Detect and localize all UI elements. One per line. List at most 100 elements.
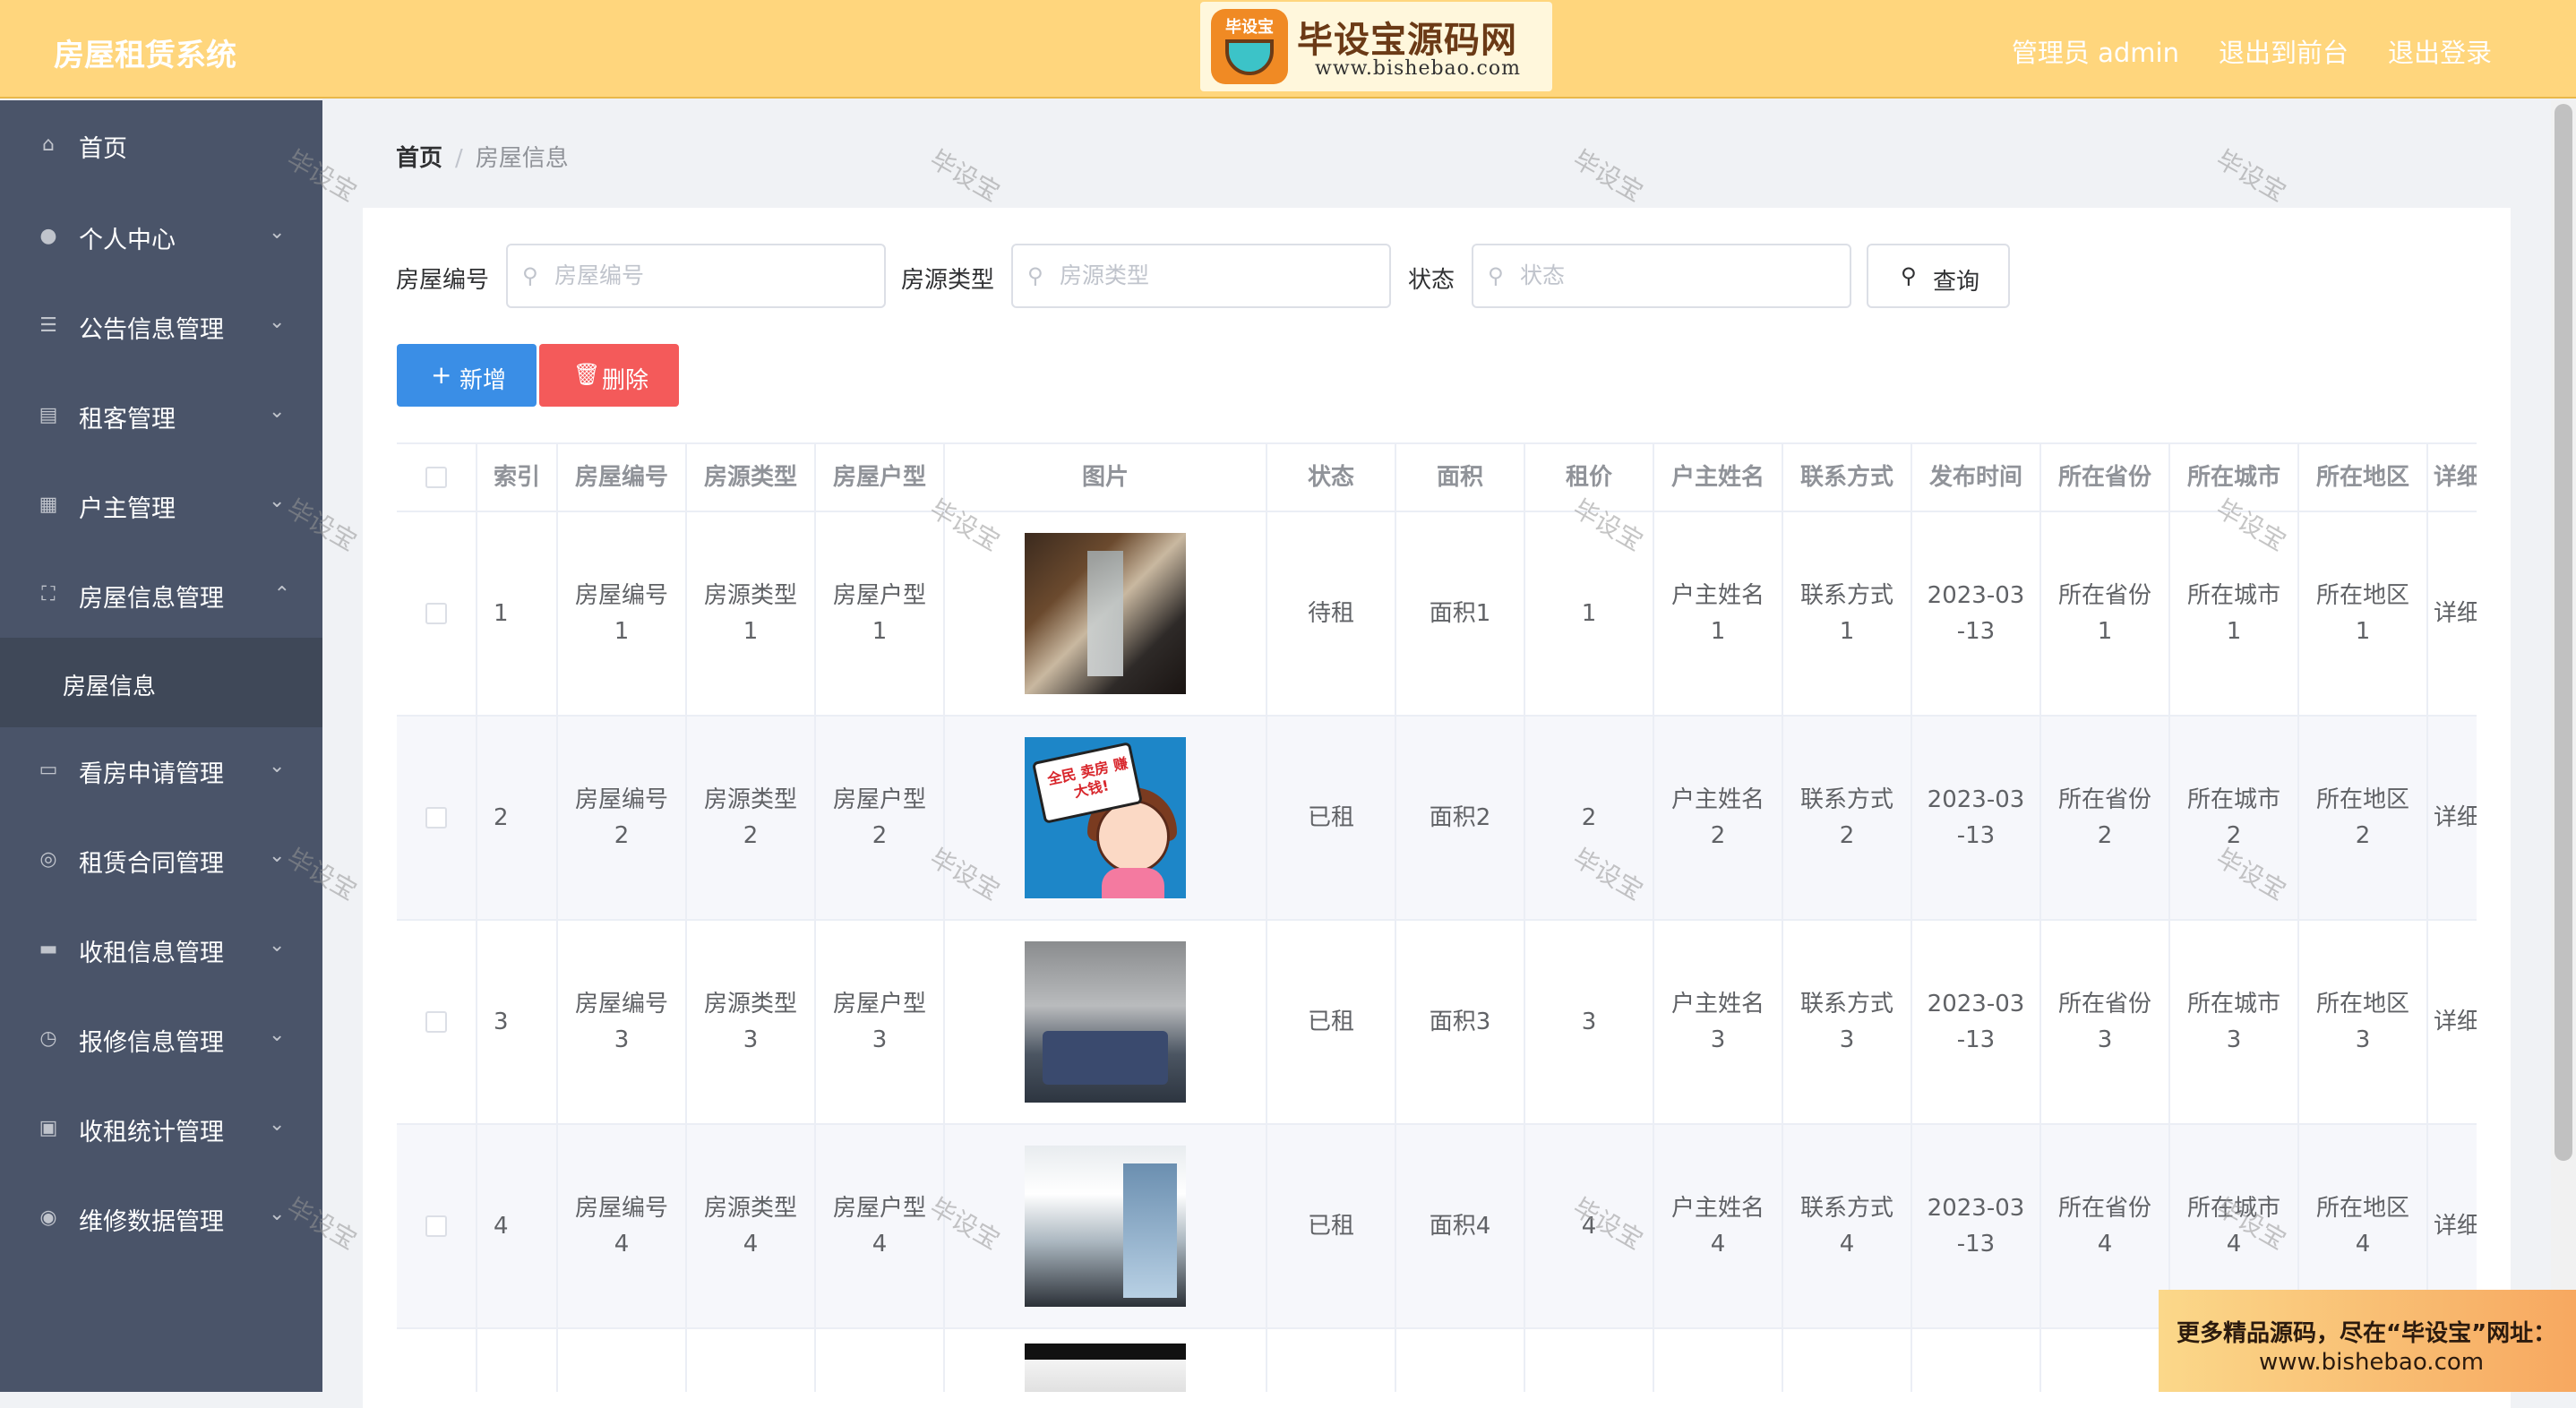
table-cell: 房源类型 4 bbox=[687, 1125, 816, 1327]
query-button[interactable]: ⚲ 查询 bbox=[1867, 244, 2010, 308]
logo-mark-icon: 毕设宝 bbox=[1211, 9, 1288, 84]
chevron-down-icon: ⌄ bbox=[269, 755, 286, 777]
table-cell: 2 bbox=[1525, 717, 1654, 919]
table-cell: 房屋户型 1 bbox=[816, 512, 945, 715]
house-no-input[interactable] bbox=[554, 258, 841, 294]
column-header[interactable]: 户主姓名 bbox=[1654, 444, 1783, 511]
house-image[interactable] bbox=[1025, 941, 1186, 1103]
table-cell: 2 bbox=[477, 717, 558, 919]
table-cell: 房屋户型 2 bbox=[816, 717, 945, 919]
scrollbar-thumb[interactable] bbox=[2555, 104, 2572, 1161]
sidebar-item-house-info[interactable]: ⛶ 房屋信息管理 ⌄ bbox=[0, 550, 322, 640]
table-cell bbox=[397, 1329, 477, 1392]
page-scrollbar[interactable] bbox=[2551, 100, 2576, 1392]
row-select-cell bbox=[397, 512, 477, 715]
house-no-label: 房屋编号 bbox=[396, 267, 490, 294]
table-cell: 房源类型 2 bbox=[687, 717, 816, 919]
delete-button[interactable]: 🗑 删除 bbox=[539, 344, 679, 407]
table-cell: 房屋编号 4 bbox=[558, 1125, 687, 1327]
table-cell bbox=[1396, 1329, 1525, 1392]
sidebar-item-label: 个人中心 bbox=[79, 227, 176, 254]
house-image[interactable] bbox=[1025, 1146, 1186, 1307]
sidebar-item-viewing[interactable]: ▭ 看房申请管理 ⌄ bbox=[0, 725, 322, 815]
chevron-down-icon: ⌄ bbox=[269, 1024, 286, 1046]
add-button[interactable]: + 新增 bbox=[397, 344, 537, 407]
house-image[interactable]: 全民 卖房 赚大钱! bbox=[1025, 737, 1186, 898]
column-header[interactable]: 所在城市 bbox=[2170, 444, 2299, 511]
table-row[interactable]: 3 房屋编号 3 房源类型 3 房屋户型 3 已租 面积3 3 户主姓名 3 联… bbox=[397, 921, 2477, 1125]
sidebar-item-notice[interactable]: ☰ 公告信息管理 ⌄ bbox=[0, 281, 322, 371]
column-header[interactable]: 联系方式 bbox=[1783, 444, 1912, 511]
column-header[interactable]: 租价 bbox=[1525, 444, 1654, 511]
house-image[interactable] bbox=[1025, 533, 1186, 694]
table-row[interactable]: 1 房屋编号 1 房源类型 1 房屋户型 1 待租 面积1 1 户主姓名 1 联… bbox=[397, 512, 2477, 717]
table-cell bbox=[2041, 1329, 2170, 1392]
sign-text: 全民 卖房 赚大钱! bbox=[1045, 754, 1129, 802]
row-checkbox[interactable] bbox=[425, 1011, 447, 1033]
sidebar-item-repair[interactable]: ◷ 报修信息管理 ⌄ bbox=[0, 994, 322, 1084]
table-cell bbox=[1654, 1329, 1783, 1392]
sidebar-subitem-house-info[interactable]: 房屋信息 bbox=[0, 638, 322, 727]
sidebar-item-owner[interactable]: ▦ 户主管理 ⌄ bbox=[0, 460, 322, 550]
column-header[interactable]: 房屋编号 bbox=[558, 444, 687, 511]
row-select-cell bbox=[397, 717, 477, 919]
sidebar-item-rent-collection[interactable]: ▬ 收租信息管理 ⌄ bbox=[0, 905, 322, 994]
chevron-down-icon: ⌄ bbox=[269, 845, 286, 867]
logout-link[interactable]: 退出登录 bbox=[2388, 32, 2492, 70]
table-cell: 联系方式 1 bbox=[1783, 512, 1912, 715]
query-button-label: 查询 bbox=[1933, 269, 1980, 296]
column-header[interactable]: 房源类型 bbox=[687, 444, 816, 511]
column-header[interactable]: 所在省份 bbox=[2041, 444, 2170, 511]
status-search-field[interactable]: ⚲ bbox=[1472, 244, 1851, 308]
cartoon-body bbox=[1102, 868, 1164, 898]
column-header[interactable]: 详细 bbox=[2428, 444, 2477, 511]
sidebar-item-personal-center[interactable]: ● 个人中心 ⌄ bbox=[0, 192, 322, 281]
watermark: 毕设宝 bbox=[1567, 144, 1648, 208]
row-checkbox[interactable] bbox=[425, 807, 447, 828]
table-cell: 1 bbox=[1525, 512, 1654, 715]
sidebar-item-label: 户主管理 bbox=[79, 495, 176, 523]
delete-button-label: 删除 bbox=[602, 367, 649, 394]
sidebar-item-label: 报修信息管理 bbox=[79, 1029, 224, 1057]
table-cell: 待租 bbox=[1267, 512, 1396, 715]
promo-banner[interactable]: 更多精品源码，尽在“毕设宝”网址： www.bishebao.com bbox=[2159, 1290, 2576, 1392]
trash-icon: 🗑 bbox=[573, 362, 601, 387]
row-checkbox[interactable] bbox=[425, 1215, 447, 1237]
source-type-search-field[interactable]: ⚲ bbox=[1011, 244, 1391, 308]
watermark: 毕设宝 bbox=[2211, 144, 2291, 208]
sidebar-item-label: 收租统计管理 bbox=[79, 1119, 224, 1146]
table-row[interactable]: 2 房屋编号 2 房源类型 2 房屋户型 2 全民 卖房 赚大钱! 已租 面积2… bbox=[397, 717, 2477, 921]
row-checkbox[interactable] bbox=[425, 603, 447, 624]
breadcrumb-home[interactable]: 首页 bbox=[396, 145, 442, 172]
house-no-search-field[interactable]: ⚲ bbox=[506, 244, 886, 308]
table-cell: 详细 bbox=[2428, 717, 2477, 919]
sidebar-item-contract[interactable]: ◎ 租赁合同管理 ⌄ bbox=[0, 815, 322, 905]
column-header[interactable]: 所在地区 bbox=[2299, 444, 2428, 511]
promo-text: 更多精品源码，尽在“毕设宝”网址： bbox=[2177, 1320, 2557, 1347]
app-title: 房屋租赁系统 bbox=[54, 38, 236, 73]
column-header[interactable]: 发布时间 bbox=[1912, 444, 2041, 511]
sidebar-item-home[interactable]: ⌂ 首页 bbox=[0, 100, 322, 190]
column-header[interactable]: 房屋户型 bbox=[816, 444, 945, 511]
source-type-input[interactable] bbox=[1060, 258, 1346, 294]
promo-url[interactable]: www.bishebao.com bbox=[2259, 1349, 2484, 1376]
exit-to-frontend-link[interactable]: 退出到前台 bbox=[2219, 32, 2348, 70]
table-cell: 房源类型 3 bbox=[687, 921, 816, 1123]
column-header[interactable]: 状态 bbox=[1267, 444, 1396, 511]
house-image[interactable] bbox=[1025, 1344, 1186, 1392]
column-header[interactable]: 面积 bbox=[1396, 444, 1525, 511]
status-input[interactable] bbox=[1520, 258, 1807, 294]
table-cell: 所在省份 3 bbox=[2041, 921, 2170, 1123]
table-cell: 2023-03 -13 bbox=[1912, 921, 2041, 1123]
sidebar-item-rent-stats[interactable]: ▣ 收租统计管理 ⌄ bbox=[0, 1084, 322, 1173]
chevron-down-icon: ⌄ bbox=[269, 1203, 286, 1225]
sidebar-item-label: 租赁合同管理 bbox=[79, 850, 224, 878]
column-header[interactable]: 索引 bbox=[477, 444, 558, 511]
table-cell: 户主姓名 2 bbox=[1654, 717, 1783, 919]
sidebar-item-maintenance[interactable]: ◉ 维修数据管理 ⌄ bbox=[0, 1173, 322, 1263]
select-all-checkbox[interactable] bbox=[425, 467, 447, 488]
sidebar-item-tenant[interactable]: ▤ 租客管理 ⌄ bbox=[0, 371, 322, 460]
sidebar-item-label: 看房申请管理 bbox=[79, 760, 224, 788]
status-label: 状态 bbox=[1408, 267, 1455, 294]
admin-user-link[interactable]: 管理员 admin bbox=[2012, 32, 2179, 70]
